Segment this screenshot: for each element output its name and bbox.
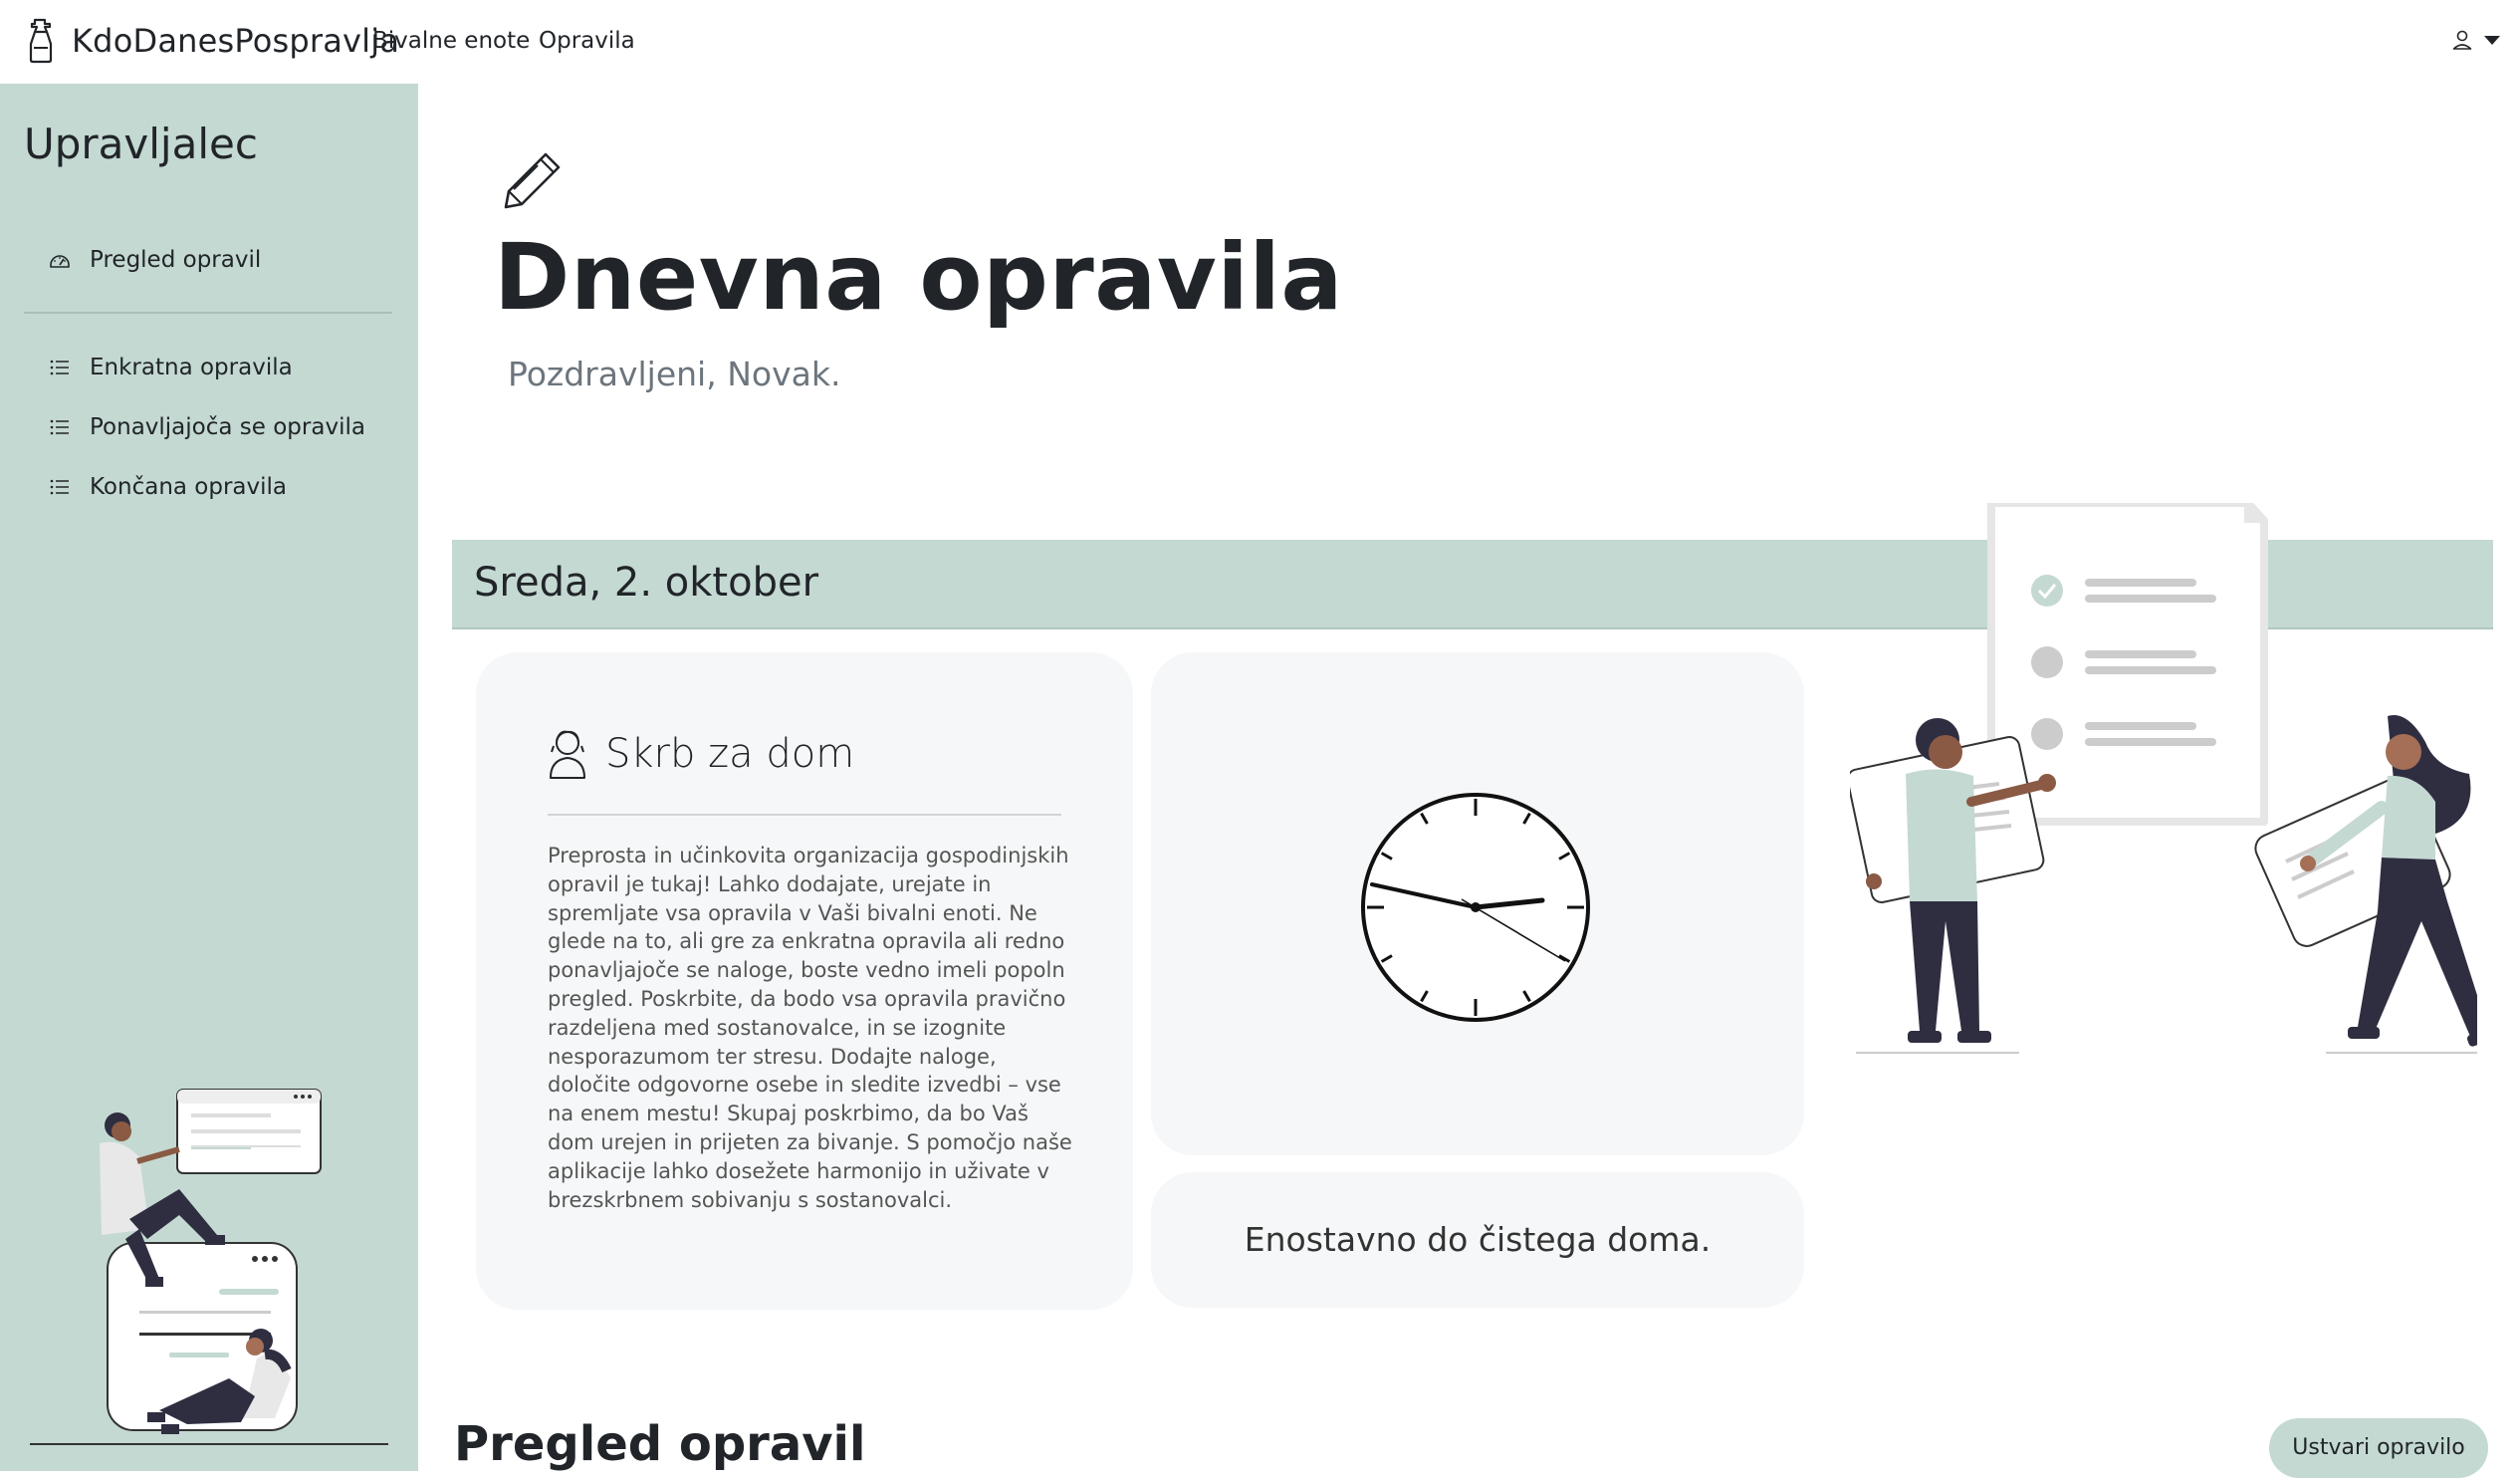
section-title: Pregled opravil — [454, 1416, 866, 1472]
sidebar-item-pregled-opravil[interactable]: Pregled opravil — [48, 247, 261, 273]
greeting-text: Pozdravljeni, Novak. — [508, 355, 841, 393]
info-card-description: Preprosta in učinkovita organizacija gos… — [548, 844, 1072, 1212]
user-icon — [2452, 30, 2472, 50]
spray-bottle-icon — [29, 18, 53, 64]
current-date: Sreda, 2. oktober — [474, 560, 819, 606]
page-title: Dnevna opravila — [494, 224, 1343, 331]
slogan-text: Enostavno do čistega doma. — [1244, 1220, 1712, 1259]
brand-name: KdoDanesPospravlja — [72, 22, 400, 60]
pencil-icon — [504, 152, 561, 209]
chevron-down-icon — [2484, 35, 2500, 45]
people-collaborating-illustration — [30, 1089, 388, 1445]
user-menu-toggle[interactable] — [2450, 28, 2500, 52]
create-task-button[interactable]: Ustvari opravilo — [2269, 1418, 2488, 1478]
sidebar-item-label: Ponavljajoča se opravila — [90, 414, 365, 440]
sidebar-item-koncana-opravila[interactable]: Končana opravila — [48, 474, 287, 500]
sidebar-item-ponavljajoca-opravila[interactable]: Ponavljajoča se opravila — [48, 414, 365, 440]
sidebar-item-enkratna-opravila[interactable]: Enkratna opravila — [48, 355, 293, 380]
nav-link-bivalne-enote[interactable]: Bivalne enote — [372, 28, 530, 54]
list-icon — [50, 360, 69, 375]
sidebar-title: Upravljalec — [24, 120, 258, 168]
clock-icon — [1361, 793, 1590, 1022]
info-card-header: Skrb za dom — [548, 726, 854, 782]
sidebar-divider — [24, 312, 392, 314]
sidebar-item-label: Pregled opravil — [90, 247, 262, 273]
sidebar-item-label: Končana opravila — [90, 474, 288, 500]
info-card-title: Skrb za dom — [605, 731, 855, 777]
sidebar: Upravljalec Pregled opravil Enkratna opr… — [0, 84, 418, 1471]
slogan-card: Enostavno do čistega doma. — [1151, 1172, 1804, 1308]
checklist-illustration — [1850, 503, 2477, 1054]
sidebar-item-label: Enkratna opravila — [90, 355, 293, 380]
top-navbar: KdoDanesPospravlja Bivalne enote Opravil… — [0, 0, 2520, 84]
dashboard-icon — [50, 255, 70, 268]
clock-card — [1151, 652, 1804, 1155]
list-icon — [50, 419, 69, 435]
nav-link-opravila[interactable]: Opravila — [539, 28, 635, 54]
brand-link[interactable]: KdoDanesPospravlja — [26, 18, 399, 64]
info-card-divider — [548, 814, 1061, 816]
info-card: Skrb za dom Preprosta in učinkovita orga… — [476, 652, 1133, 1310]
person-cleaning-icon — [550, 730, 585, 779]
list-icon — [50, 479, 69, 495]
